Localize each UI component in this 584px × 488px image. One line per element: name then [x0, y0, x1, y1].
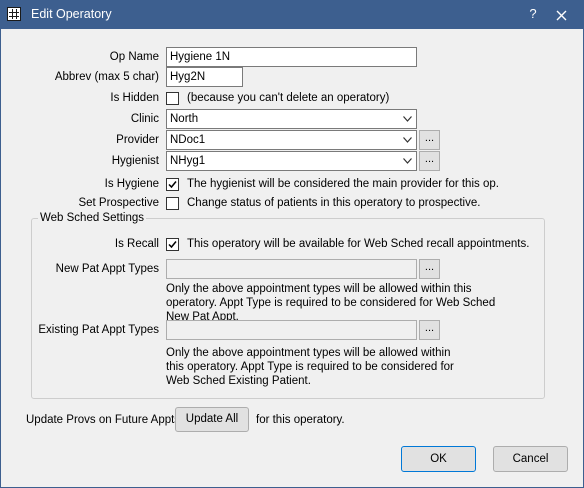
edit-operatory-window: Edit Operatory ? Op Name Hygiene 1N Abbr… — [0, 0, 584, 488]
clinic-select[interactable]: North — [166, 109, 417, 129]
title-bar: Edit Operatory ? — [1, 1, 583, 29]
window-title: Edit Operatory — [31, 7, 112, 21]
set-prospective-label: Set Prospective — [78, 197, 159, 209]
provider-picker-button[interactable]: ... — [419, 130, 440, 150]
chevron-down-icon — [403, 158, 412, 164]
op-name-input[interactable]: Hygiene 1N — [166, 47, 417, 67]
hygienist-picker-button[interactable]: ... — [419, 151, 440, 171]
close-button[interactable] — [553, 4, 571, 24]
hygienist-value: NHyg1 — [170, 155, 206, 167]
help-button[interactable]: ? — [526, 6, 540, 21]
existing-pat-appt-types-picker-button[interactable]: ... — [419, 320, 440, 340]
clinic-value: North — [170, 113, 199, 125]
dialog-body: Op Name Hygiene 1N Abbrev (max 5 char) H… — [1, 29, 583, 487]
update-provs-label: Update Provs on Future Appts — [26, 414, 181, 426]
op-name-label: Op Name — [109, 51, 159, 63]
grid-icon — [7, 7, 21, 21]
check-icon — [168, 181, 177, 189]
abbrev-label: Abbrev (max 5 char) — [54, 71, 159, 83]
is-hidden-note: (because you can't delete an operatory) — [187, 92, 390, 104]
chevron-down-icon — [403, 137, 412, 143]
check-icon — [168, 241, 177, 249]
clinic-label: Clinic — [130, 113, 159, 125]
new-pat-appt-types-picker-button[interactable]: ... — [419, 259, 440, 279]
is-recall-checkbox[interactable] — [166, 238, 179, 251]
is-recall-note: This operatory will be available for Web… — [187, 238, 530, 250]
new-pat-appt-types-label: New Pat Appt Types — [55, 263, 159, 275]
is-hygiene-note: The hygienist will be considered the mai… — [187, 178, 499, 190]
is-hidden-label: Is Hidden — [110, 92, 159, 104]
provider-label: Provider — [116, 134, 159, 146]
is-recall-label: Is Recall — [114, 238, 159, 250]
chevron-down-icon — [403, 116, 412, 122]
new-pat-appt-types-input[interactable] — [166, 259, 417, 279]
ok-button[interactable]: OK — [401, 446, 476, 472]
existing-pat-appt-types-label: Existing Pat Appt Types — [38, 324, 159, 336]
is-hygiene-label: Is Hygiene — [104, 178, 159, 190]
set-prospective-checkbox[interactable] — [166, 197, 179, 210]
hygienist-select[interactable]: NHyg1 — [166, 151, 417, 171]
provider-select[interactable]: NDoc1 — [166, 130, 417, 150]
provider-value: NDoc1 — [170, 134, 206, 146]
cancel-button[interactable]: Cancel — [493, 446, 568, 472]
set-prospective-note: Change status of patients in this operat… — [187, 197, 481, 209]
close-icon — [556, 10, 567, 21]
web-sched-title: Web Sched Settings — [38, 212, 146, 224]
existing-pat-appt-types-note: Only the above appointment types will be… — [166, 347, 454, 387]
is-hygiene-checkbox[interactable] — [166, 178, 179, 191]
update-all-button[interactable]: Update All — [175, 407, 249, 432]
update-provs-suffix: for this operatory. — [256, 414, 345, 426]
abbrev-input[interactable]: Hyg2N — [166, 67, 243, 87]
new-pat-appt-types-note: Only the above appointment types will be… — [166, 283, 496, 323]
is-hidden-checkbox[interactable] — [166, 92, 179, 105]
hygienist-label: Hygienist — [111, 155, 159, 167]
existing-pat-appt-types-input[interactable] — [166, 320, 417, 340]
